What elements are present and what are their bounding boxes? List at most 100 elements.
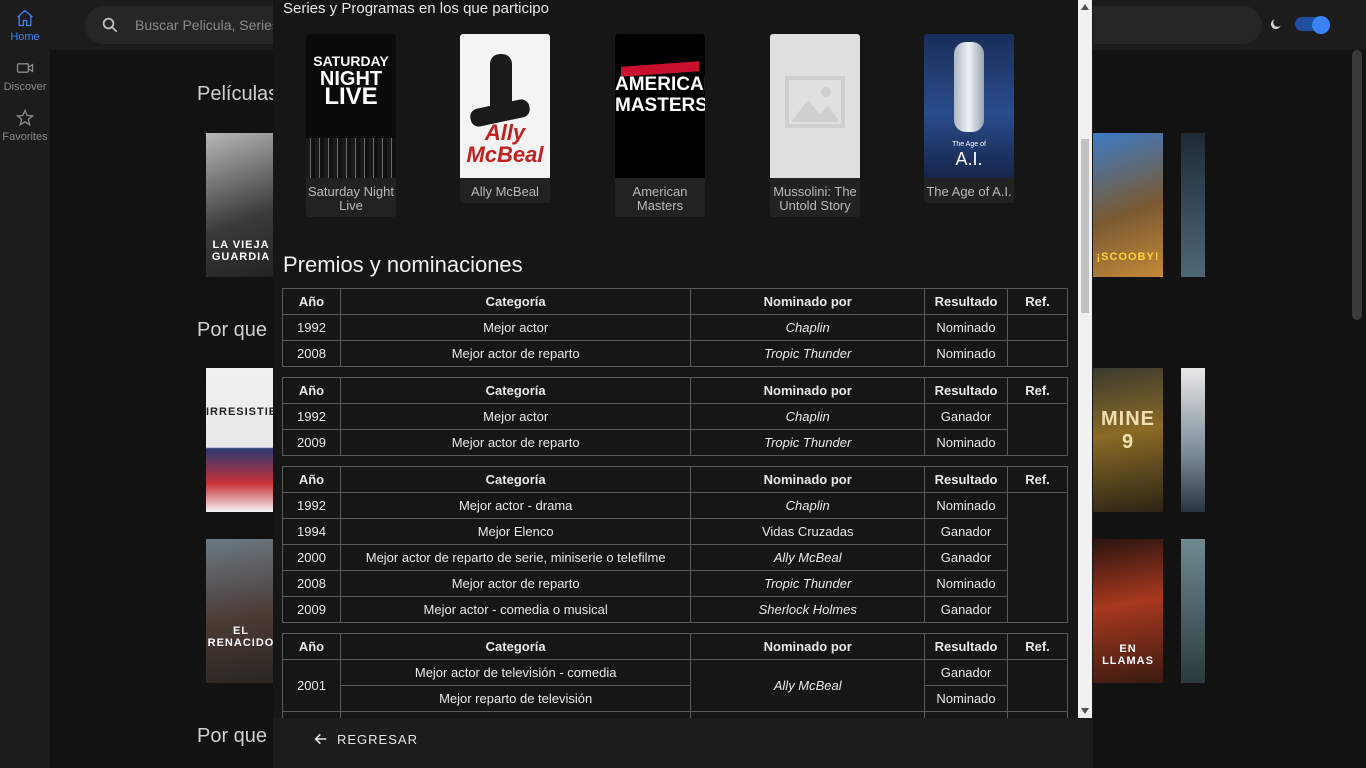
poster-title: MINE 9 [1101,408,1155,453]
cell-ref [1007,492,1068,623]
cell-year: 1992 [282,403,341,430]
poster[interactable]: EL RENACIDO [206,539,276,683]
sidebar-item-discover[interactable]: Discover [0,50,50,100]
series-poster: SATURDAY NIGHT LIVE [306,34,396,178]
cell-result: Nominado [924,314,1009,341]
awards-title: Premios y nominaciones [283,252,523,277]
poster[interactable] [1181,539,1205,683]
awards-table: Año Categoría Nominado por Resultado Ref… [282,466,1068,623]
series-card[interactable]: Ally McBeal Ally McBeal [460,34,550,203]
scroll-up-arrow-icon[interactable] [1081,4,1089,10]
table-row: 2009 Mejor actor de reparto Tropic Thund… [282,429,1068,456]
header-category: Categoría [339,377,692,404]
table-row: 2001 Mejor actor de televisión - comedia… [282,659,1068,712]
table-row: 1994 Mejor Elenco Vidas Cruzadas Ganador [282,518,1068,545]
cell-ref [1007,403,1068,456]
series-card[interactable]: AMERICAN MASTERS American Masters [615,34,705,217]
cell-result: Ganador [924,544,1009,571]
cell-year: 2009 [282,429,341,456]
poster[interactable]: IRRESISTIBLE [206,368,276,512]
cell-nominated-by: Chaplin [690,492,926,519]
cell-result: Nominado [924,340,1009,367]
header-result: Resultado [924,377,1009,404]
back-button[interactable]: REGRESAR [313,731,418,747]
awards-table: Año Categoría Nominado por Resultado Ref… [282,377,1068,456]
poster[interactable] [1181,368,1205,512]
cell-nominated-by: Chaplin [690,314,926,341]
header-ref: Ref. [1007,633,1068,660]
section-title: Por que [197,319,268,341]
cell-nominated-by: Ally McBeal [690,544,926,571]
cell-category: Mejor actor de reparto [339,429,692,456]
cell-category: Mejor actor - drama [339,492,692,519]
toggle-knob[interactable] [1312,16,1330,34]
header-result: Resultado [924,633,1009,660]
cell-result: Nominado [924,492,1009,519]
sidebar-item-label: Home [10,30,40,43]
series-poster [770,34,860,178]
series-poster: The Age of A.I. [924,34,1014,178]
page-scrollbar[interactable] [1352,50,1362,320]
arrow-left-icon [314,733,327,745]
poster[interactable]: ¡SCOOBY! [1093,133,1163,277]
header-category: Categoría [339,288,692,315]
cell-category: Mejor actor [339,314,692,341]
scrollbar-thumb[interactable] [1081,139,1089,313]
cell-year: 1992 [282,314,341,341]
table-header-row: Año Categoría Nominado por Resultado Ref… [282,377,1068,404]
cell-category: Mejor actor - comedia o musical [339,596,692,623]
series-poster: AMERICAN MASTERS [615,34,705,178]
series-card[interactable]: SATURDAY NIGHT LIVE Saturday Night Live [306,34,396,217]
series-title: Saturday Night Live [308,184,394,213]
table-row: 1992 Mejor actor Chaplin Ganador [282,403,1068,456]
cell-result: Nominado [924,685,1009,712]
section-title: Películas [197,83,279,105]
poster[interactable] [1181,133,1205,277]
cell-year: 2008 [282,340,341,367]
header-ref: Ref. [1007,288,1068,315]
header-year: Año [282,466,341,493]
table-header-row: Año Categoría Nominado por Resultado Ref… [282,633,1068,660]
series-card[interactable]: Mussolini: The Untold Story [770,34,860,217]
person-detail-modal: Series y Programas en los que participo … [273,0,1093,768]
header-category: Categoría [339,466,692,493]
poster[interactable]: LA VIEJA GUARDIA [206,133,276,277]
series-card[interactable]: The Age of A.I. The Age of A.I. [924,34,1014,203]
header-year: Año [282,377,341,404]
table-header-row: Año Categoría Nominado por Resultado Ref… [282,288,1068,315]
modal-content: Series y Programas en los que participo … [273,0,1077,718]
cell-nominated-by: Sherlock Holmes [690,596,926,623]
cell-nominated-by: Vidas Cruzadas [690,518,926,545]
cell-year: 2001 [282,659,341,712]
cell-category: Mejor actor de reparto [339,570,692,597]
modal-scrollbar[interactable] [1078,0,1092,718]
cell-result: Ganador [924,596,1009,623]
awards-table: Año Categoría Nominado por Resultado Ref… [282,288,1068,367]
series-heading: Series y Programas en los que participo [283,0,549,17]
sidebar-item-home[interactable]: Home [0,0,50,50]
header-category: Categoría [339,633,692,660]
header-nominated-by: Nominado por [690,377,926,404]
poster-line: LIVE [324,83,378,110]
poster-line: A.I. [955,149,983,169]
cell-year: 1994 [282,518,341,545]
cell-category: Mejor actor [339,403,692,430]
header-nominated-by: Nominado por [690,466,926,493]
table-row: 2008 Mejor actor de reparto Tropic Thund… [282,340,1068,367]
header-year: Año [282,288,341,315]
scroll-down-arrow-icon[interactable] [1081,708,1089,714]
header-ref: Ref. [1007,377,1068,404]
table-row: 2009 Mejor actor - comedia o musical She… [282,596,1068,623]
search-icon[interactable] [101,16,119,34]
poster[interactable]: MINE 9 [1093,368,1163,512]
series-title: The Age of A.I. [926,184,1012,199]
sidebar-item-favorites[interactable]: Favorites [0,100,50,150]
cell-nominated-by: Tropic Thunder [690,429,926,456]
poster-line: McBeal [466,142,544,167]
cell-year: 2008 [282,570,341,597]
poster[interactable]: EN LLAMAS [1093,539,1163,683]
poster-title: EN LLAMAS [1102,643,1154,667]
sidebar: Home Discover Favorites [0,0,50,768]
cell-ref [1007,314,1068,341]
cell-ref [1007,659,1068,712]
